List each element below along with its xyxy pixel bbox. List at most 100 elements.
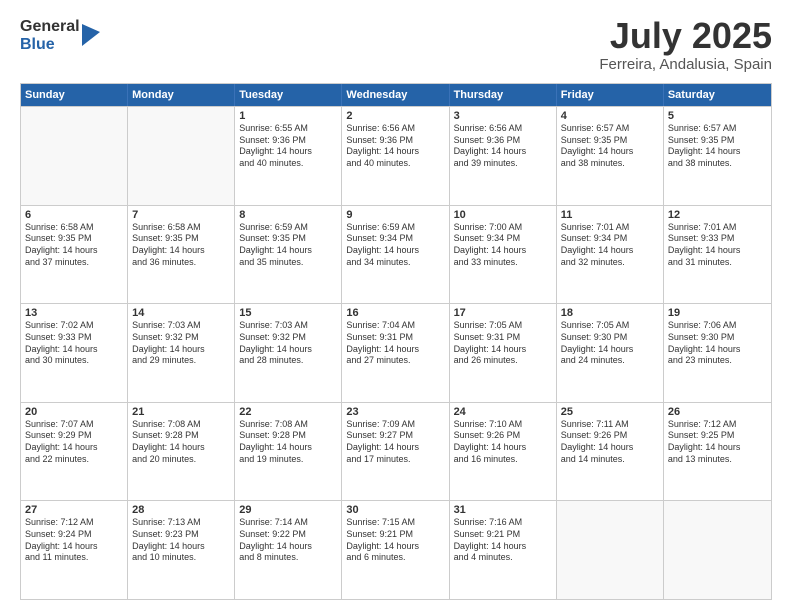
table-row: 5Sunrise: 6:57 AMSunset: 9:35 PMDaylight… xyxy=(664,107,771,205)
table-row: 30Sunrise: 7:15 AMSunset: 9:21 PMDayligh… xyxy=(342,501,449,599)
cell-line: Sunrise: 7:01 AM xyxy=(668,222,767,234)
cell-line: Sunrise: 7:08 AM xyxy=(239,419,337,431)
day-number: 17 xyxy=(454,307,552,319)
cell-line: Daylight: 14 hours xyxy=(561,442,659,454)
cell-line: Daylight: 14 hours xyxy=(239,245,337,257)
cell-line: Daylight: 14 hours xyxy=(454,245,552,257)
weekday-header: Tuesday xyxy=(235,84,342,106)
day-number: 7 xyxy=(132,209,230,221)
cell-line: Sunrise: 7:01 AM xyxy=(561,222,659,234)
cell-line: Sunrise: 7:14 AM xyxy=(239,517,337,529)
cell-line: Daylight: 14 hours xyxy=(668,245,767,257)
table-row: 13Sunrise: 7:02 AMSunset: 9:33 PMDayligh… xyxy=(21,304,128,402)
cell-line: Sunrise: 6:58 AM xyxy=(132,222,230,234)
cell-line: Daylight: 14 hours xyxy=(454,541,552,553)
day-number: 5 xyxy=(668,110,767,122)
cell-line: Daylight: 14 hours xyxy=(668,146,767,158)
cell-line: and 16 minutes. xyxy=(454,454,552,466)
day-number: 12 xyxy=(668,209,767,221)
cell-line: Sunrise: 6:57 AM xyxy=(668,123,767,135)
cell-line: Sunrise: 7:00 AM xyxy=(454,222,552,234)
table-row: 10Sunrise: 7:00 AMSunset: 9:34 PMDayligh… xyxy=(450,206,557,304)
table-row: 2Sunrise: 6:56 AMSunset: 9:36 PMDaylight… xyxy=(342,107,449,205)
table-row: 14Sunrise: 7:03 AMSunset: 9:32 PMDayligh… xyxy=(128,304,235,402)
cell-line: Daylight: 14 hours xyxy=(561,146,659,158)
cell-line: Sunrise: 7:04 AM xyxy=(346,320,444,332)
cell-line: Sunset: 9:23 PM xyxy=(132,529,230,541)
title-location: Ferreira, Andalusia, Spain xyxy=(599,56,772,73)
table-row: 23Sunrise: 7:09 AMSunset: 9:27 PMDayligh… xyxy=(342,403,449,501)
cell-line: Sunset: 9:31 PM xyxy=(346,332,444,344)
cell-line: and 10 minutes. xyxy=(132,552,230,564)
cell-line: and 23 minutes. xyxy=(668,355,767,367)
cell-line: Sunset: 9:35 PM xyxy=(25,233,123,245)
logo-text: General Blue xyxy=(20,18,80,53)
cell-line: Sunset: 9:34 PM xyxy=(454,233,552,245)
cell-line: Sunrise: 7:09 AM xyxy=(346,419,444,431)
cell-line: and 29 minutes. xyxy=(132,355,230,367)
cell-line: Sunrise: 7:03 AM xyxy=(239,320,337,332)
weekday-header: Saturday xyxy=(664,84,771,106)
cell-line: Sunset: 9:35 PM xyxy=(132,233,230,245)
cell-line: Sunset: 9:32 PM xyxy=(132,332,230,344)
day-number: 27 xyxy=(25,504,123,516)
day-number: 26 xyxy=(668,406,767,418)
weekday-header: Sunday xyxy=(21,84,128,106)
cell-line: Daylight: 14 hours xyxy=(239,541,337,553)
title-block: July 2025 Ferreira, Andalusia, Spain xyxy=(599,18,772,73)
cell-line: and 40 minutes. xyxy=(239,158,337,170)
table-row: 31Sunrise: 7:16 AMSunset: 9:21 PMDayligh… xyxy=(450,501,557,599)
cell-line: and 30 minutes. xyxy=(25,355,123,367)
table-row: 25Sunrise: 7:11 AMSunset: 9:26 PMDayligh… xyxy=(557,403,664,501)
cell-line: Sunrise: 7:03 AM xyxy=(132,320,230,332)
cell-line: Daylight: 14 hours xyxy=(561,344,659,356)
cell-line: Sunset: 9:25 PM xyxy=(668,430,767,442)
day-number: 14 xyxy=(132,307,230,319)
day-number: 11 xyxy=(561,209,659,221)
cell-line: and 17 minutes. xyxy=(346,454,444,466)
cell-line: and 13 minutes. xyxy=(668,454,767,466)
cell-line: Sunrise: 6:57 AM xyxy=(561,123,659,135)
cell-line: Daylight: 14 hours xyxy=(239,442,337,454)
day-number: 3 xyxy=(454,110,552,122)
cell-line: and 6 minutes. xyxy=(346,552,444,564)
table-row: 15Sunrise: 7:03 AMSunset: 9:32 PMDayligh… xyxy=(235,304,342,402)
header: General Blue July 2025 Ferreira, Andalus… xyxy=(20,18,772,73)
table-row: 9Sunrise: 6:59 AMSunset: 9:34 PMDaylight… xyxy=(342,206,449,304)
table-row: 7Sunrise: 6:58 AMSunset: 9:35 PMDaylight… xyxy=(128,206,235,304)
cell-line: Daylight: 14 hours xyxy=(239,344,337,356)
table-row: 22Sunrise: 7:08 AMSunset: 9:28 PMDayligh… xyxy=(235,403,342,501)
cell-line: and 19 minutes. xyxy=(239,454,337,466)
cell-line: Sunset: 9:34 PM xyxy=(346,233,444,245)
cell-line: and 26 minutes. xyxy=(454,355,552,367)
cell-line: and 24 minutes. xyxy=(561,355,659,367)
cell-line: and 20 minutes. xyxy=(132,454,230,466)
day-number: 1 xyxy=(239,110,337,122)
cell-line: and 31 minutes. xyxy=(668,257,767,269)
cell-line: Sunset: 9:21 PM xyxy=(346,529,444,541)
cell-line: Sunset: 9:35 PM xyxy=(668,135,767,147)
table-row: 27Sunrise: 7:12 AMSunset: 9:24 PMDayligh… xyxy=(21,501,128,599)
day-number: 16 xyxy=(346,307,444,319)
cell-line: Sunrise: 6:58 AM xyxy=(25,222,123,234)
table-row: 8Sunrise: 6:59 AMSunset: 9:35 PMDaylight… xyxy=(235,206,342,304)
day-number: 2 xyxy=(346,110,444,122)
cell-line: and 34 minutes. xyxy=(346,257,444,269)
cell-line: Sunrise: 7:15 AM xyxy=(346,517,444,529)
cell-line: Sunrise: 7:07 AM xyxy=(25,419,123,431)
cell-line: Sunset: 9:31 PM xyxy=(454,332,552,344)
cell-line: Daylight: 14 hours xyxy=(132,245,230,257)
cell-line: Daylight: 14 hours xyxy=(346,146,444,158)
cell-line: and 32 minutes. xyxy=(561,257,659,269)
cell-line: Sunset: 9:27 PM xyxy=(346,430,444,442)
cell-line: and 27 minutes. xyxy=(346,355,444,367)
cell-line: Sunrise: 7:10 AM xyxy=(454,419,552,431)
day-number: 28 xyxy=(132,504,230,516)
title-month: July 2025 xyxy=(599,18,772,54)
cell-line: and 28 minutes. xyxy=(239,355,337,367)
day-number: 30 xyxy=(346,504,444,516)
cell-line: Sunrise: 7:13 AM xyxy=(132,517,230,529)
calendar-header: SundayMondayTuesdayWednesdayThursdayFrid… xyxy=(21,84,771,106)
cell-line: Daylight: 14 hours xyxy=(668,344,767,356)
calendar-row: 6Sunrise: 6:58 AMSunset: 9:35 PMDaylight… xyxy=(21,205,771,304)
